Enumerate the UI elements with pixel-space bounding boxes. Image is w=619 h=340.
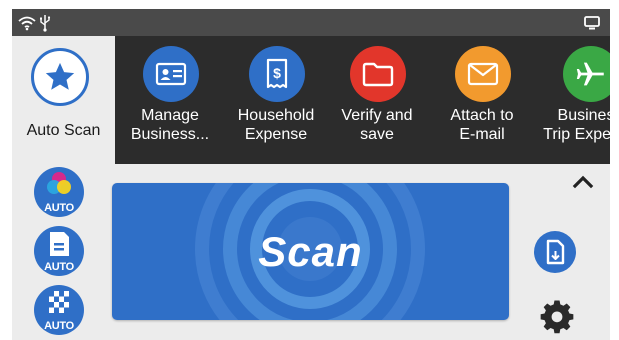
gear-icon[interactable] (539, 299, 575, 335)
folder-icon (350, 46, 406, 102)
receipt-icon: $ (249, 46, 305, 102)
main-panel: Auto Scan Manage Business... $ Household… (12, 9, 610, 340)
resolution-auto-label: AUTO (44, 320, 74, 332)
profile-label-line1: Household (237, 107, 315, 124)
profile-manage-business-cards[interactable]: Manage Business... (115, 36, 225, 164)
scanner-screen: Auto Scan Manage Business... $ Household… (0, 0, 619, 340)
usb-icon (39, 9, 51, 36)
business-card-icon (143, 46, 199, 102)
auto-scan-label: Auto Scan (26, 122, 101, 139)
profile-label-line2: E-mail (459, 126, 505, 143)
profile-label-line1: Attach to (450, 107, 514, 124)
color-mode-button[interactable]: AUTO (34, 167, 84, 217)
display-icon (584, 9, 600, 36)
profile-label-line2: Expense (244, 126, 308, 143)
profile-household-expense[interactable]: $ Household Expense (221, 36, 331, 164)
profile-attach-to-email[interactable]: Attach to E-mail (427, 36, 537, 164)
profile-label-line2: save (360, 126, 394, 143)
document-button[interactable] (534, 231, 576, 273)
auto-scan-button[interactable]: Auto Scan (12, 36, 115, 164)
airplane-icon (563, 46, 610, 102)
profile-label-line1: Business (557, 107, 610, 124)
profile-business-trip-expense[interactable]: Business Trip Expense (535, 36, 610, 164)
status-bar (12, 9, 610, 36)
profile-verify-and-save[interactable]: Verify and save (322, 36, 432, 164)
profile-bar: Manage Business... $ Household Expense V… (115, 36, 610, 164)
wifi-icon (18, 9, 36, 36)
document-icon (546, 239, 565, 265)
profile-label-line1: Verify and (341, 107, 413, 124)
chevron-up-icon[interactable] (569, 168, 597, 196)
profile-label-line2: Trip Expense (543, 126, 610, 143)
profile-label-line1: Manage (141, 107, 199, 124)
profile-label-line2: Business... (130, 126, 210, 143)
scan-label: Scan (258, 227, 363, 275)
paper-size-button[interactable]: AUTO (34, 226, 84, 276)
svg-text:$: $ (273, 65, 281, 81)
paper-size-auto-label: AUTO (44, 261, 74, 273)
resolution-button[interactable]: AUTO (34, 285, 84, 335)
star-icon (31, 48, 89, 106)
color-mode-auto-label: AUTO (44, 202, 74, 214)
envelope-icon (455, 46, 511, 102)
scan-button[interactable]: Scan (112, 183, 509, 320)
